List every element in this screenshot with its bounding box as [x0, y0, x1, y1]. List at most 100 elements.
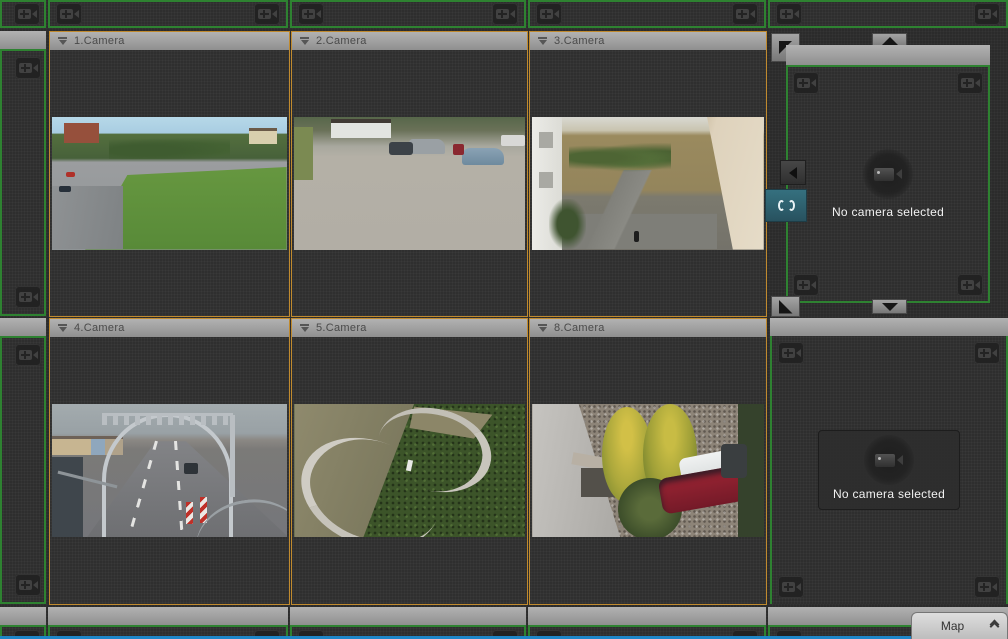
empty-cell-titlebar[interactable]: [528, 607, 766, 625]
empty-cell-titlebar[interactable]: [0, 607, 46, 625]
unlink-icon: [788, 200, 795, 211]
camera-video-frame: [532, 404, 763, 537]
expand-corner-bottom-left-button[interactable]: [771, 296, 800, 317]
scene-trees: [569, 143, 671, 172]
camera-titlebar[interactable]: 2.Camera: [292, 32, 527, 50]
camera-glyph: [19, 580, 32, 590]
camera-add-icon[interactable]: [974, 576, 1000, 598]
camera-tile-3[interactable]: 3.Camera: [529, 31, 767, 317]
camera-titlebar[interactable]: 8.Camera: [530, 319, 766, 337]
camera-menu-icon[interactable]: [299, 37, 310, 45]
empty-cell[interactable]: [768, 0, 1008, 28]
camera-menu-icon[interactable]: [537, 324, 548, 332]
camera-add-icon[interactable]: [15, 57, 41, 79]
camera-menu-icon[interactable]: [537, 37, 548, 45]
empty-cell-titlebar[interactable]: [0, 31, 46, 49]
camera-glyph: [18, 9, 31, 19]
camera-tile-8[interactable]: 8.Camera: [529, 318, 767, 605]
camera-add-icon[interactable]: [974, 342, 1000, 364]
camera-tile-5[interactable]: 5.Camera: [291, 318, 528, 605]
map-panel-button[interactable]: Map: [911, 612, 1008, 639]
camera-add-icon[interactable]: [776, 3, 802, 25]
empty-cell-titlebar[interactable]: [290, 607, 526, 625]
camera-menu-icon[interactable]: [57, 37, 68, 45]
empty-cell-titlebar[interactable]: [770, 318, 1008, 336]
camera-add-icon[interactable]: [793, 274, 819, 296]
camera-add-icon[interactable]: [957, 274, 983, 296]
camera-tile-2[interactable]: 2.Camera: [291, 31, 528, 317]
selected-empty-cell[interactable]: No camera selected: [786, 45, 990, 303]
camera-video-frame: [294, 117, 524, 250]
camera-add-icon[interactable]: [957, 72, 983, 94]
camera-titlebar[interactable]: 4.Camera: [50, 319, 289, 337]
camera-lens-glyph: [975, 281, 980, 289]
camera-title: 4.Camera: [74, 322, 125, 334]
camera-glyph: [797, 280, 810, 290]
expand-up-icon: [882, 37, 898, 45]
camera-glyph: [736, 9, 749, 19]
scene-suv-gray: [409, 139, 445, 154]
empty-cell[interactable]: [48, 0, 288, 28]
camera-lens-glyph: [796, 349, 801, 357]
camera-add-icon[interactable]: [732, 3, 758, 25]
scene-bridge-pylon: [230, 415, 235, 497]
camera-add-icon[interactable]: [254, 3, 280, 25]
camera-add-icon[interactable]: [14, 3, 40, 25]
camera-titlebar[interactable]: 3.Camera: [530, 32, 766, 50]
camera-add-icon[interactable]: [778, 576, 804, 598]
camera-viewport[interactable]: [292, 50, 527, 316]
camera-add-icon[interactable]: [15, 344, 41, 366]
camera-add-icon[interactable]: [56, 3, 82, 25]
camera-viewport[interactable]: [50, 50, 289, 316]
empty-cell-body[interactable]: No camera selected: [786, 65, 990, 303]
expand-corner-bottom-left-icon: [779, 300, 793, 314]
empty-cell-titlebar[interactable]: [786, 45, 990, 65]
camera-glyph: [19, 350, 32, 360]
camera-glyph: [780, 9, 793, 19]
camera-lens-glyph: [272, 10, 277, 18]
camera-tile-4[interactable]: 4.Camera: [49, 318, 290, 605]
scene-car-red: [453, 144, 464, 155]
scene-window: [539, 132, 553, 148]
empty-cell[interactable]: [0, 49, 46, 316]
empty-cell[interactable]: [0, 336, 46, 604]
camera-lens-glyph: [992, 10, 997, 18]
expand-left-button[interactable]: [780, 160, 806, 185]
camera-add-icon[interactable]: [778, 342, 804, 364]
camera-placeholder-icon: [864, 435, 914, 485]
empty-cell[interactable]: [0, 0, 46, 28]
empty-cell[interactable]: [528, 0, 766, 28]
empty-cell-body[interactable]: No camera selected: [770, 336, 1008, 604]
camera-viewport[interactable]: [50, 337, 289, 604]
camera-viewport[interactable]: [292, 337, 527, 604]
scene-house: [331, 119, 391, 138]
camera-add-icon[interactable]: [298, 3, 324, 25]
camera-glyph: [19, 292, 32, 302]
camera-lens-glyph: [811, 281, 816, 289]
camera-menu-icon[interactable]: [299, 324, 310, 332]
scene-suv-dark: [389, 142, 413, 155]
camera-tile-1[interactable]: 1.Camera: [49, 31, 290, 317]
camera-title: 8.Camera: [554, 322, 605, 334]
camera-viewport[interactable]: [530, 337, 766, 604]
camera-add-icon[interactable]: [974, 3, 1000, 25]
camera-glyph: [961, 78, 974, 88]
camera-add-icon[interactable]: [15, 286, 41, 308]
camera-add-icon[interactable]: [492, 3, 518, 25]
camera-viewport[interactable]: [530, 50, 766, 316]
camera-add-icon[interactable]: [15, 574, 41, 596]
empty-cell-titlebar[interactable]: [0, 318, 46, 336]
camera-titlebar[interactable]: 1.Camera: [50, 32, 289, 50]
unlink-button[interactable]: [765, 189, 807, 222]
camera-lens-glyph: [896, 169, 902, 179]
unlink-icon: [778, 200, 785, 211]
scene-bridge-truss: [102, 413, 233, 425]
empty-cell-titlebar[interactable]: [48, 607, 288, 625]
expand-down-button[interactable]: [872, 299, 907, 314]
camera-add-icon[interactable]: [536, 3, 562, 25]
empty-cell[interactable]: [290, 0, 526, 28]
camera-menu-icon[interactable]: [57, 324, 68, 332]
camera-titlebar[interactable]: 5.Camera: [292, 319, 527, 337]
camera-glyph: [797, 78, 810, 88]
camera-add-icon[interactable]: [793, 72, 819, 94]
